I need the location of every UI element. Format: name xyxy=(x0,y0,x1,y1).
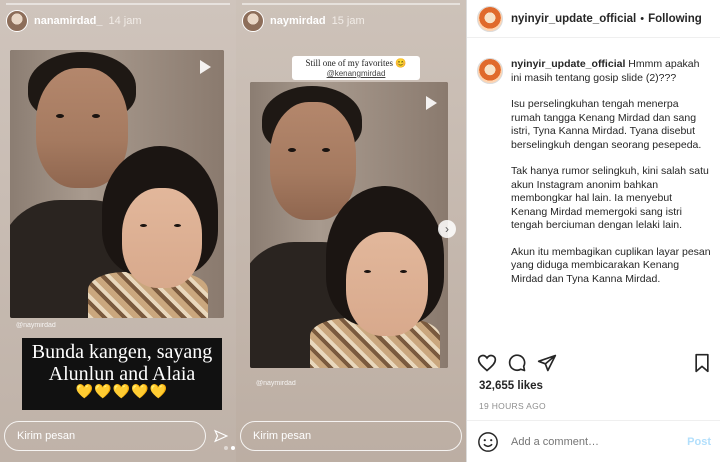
play-icon[interactable] xyxy=(200,60,211,74)
bookmark-icon[interactable] xyxy=(693,353,711,378)
post-media: nanamirdad_ 14 jam @naymirdad Bunda kang… xyxy=(0,0,466,462)
carousel-dot xyxy=(224,446,228,450)
story-username: nanamirdad_ xyxy=(34,15,103,27)
story-mention: @naymirdad xyxy=(256,380,296,387)
post-comment-button[interactable]: Post xyxy=(687,436,711,448)
story-reply-bar: Kirim pesan xyxy=(240,420,462,452)
caption-paragraph: Tak hanya rumor selingkuh, kini salah sa… xyxy=(511,165,709,231)
carousel-dots xyxy=(224,446,235,450)
post-timestamp: 19 HOURS AGO xyxy=(479,401,546,411)
play-icon[interactable] xyxy=(426,96,437,110)
send-icon[interactable] xyxy=(210,425,232,447)
avatar xyxy=(242,10,264,32)
heart-emojis: 💛💛💛💛💛 xyxy=(75,385,169,400)
emoji-icon[interactable] xyxy=(477,431,499,453)
story-header: naymirdad 15 jam xyxy=(242,8,460,34)
sticker-mention[interactable]: @kenangmirdad xyxy=(295,69,417,78)
caption-paragraph: Isu perselingkuhan tengah menerpa rumah … xyxy=(511,98,702,151)
avatar xyxy=(6,10,28,32)
send-icon[interactable] xyxy=(537,353,557,378)
story-time: 15 jam xyxy=(331,15,365,27)
reply-placeholder: Kirim pesan xyxy=(253,430,312,442)
story-screenshot-right: naymirdad 15 jam Still one of my favorit… xyxy=(236,0,466,462)
story-progress-bar xyxy=(6,3,230,5)
caption-username[interactable]: nyinyir_update_official xyxy=(511,58,625,70)
heart-icon[interactable] xyxy=(477,353,497,378)
story-reply-bar: Kirim pesan xyxy=(4,420,232,452)
story-mention: @naymirdad xyxy=(16,322,56,329)
story-time: 14 jam xyxy=(108,15,142,27)
post-caption: nyinyir_update_official Hmmm apakah ini … xyxy=(467,58,720,350)
caption-avatar[interactable] xyxy=(477,58,503,84)
post-actions xyxy=(477,353,711,378)
reply-input[interactable]: Kirim pesan xyxy=(4,421,206,451)
story-username: naymirdad xyxy=(270,15,326,27)
caption-paragraph: Akun itu membagikan cuplikan layar pesan… xyxy=(511,245,711,285)
like-count[interactable]: 32,655 likes xyxy=(479,380,543,392)
story-caption: Bunda kangen, sayang Alunlun and Alaia 💛… xyxy=(22,338,222,410)
story-photo xyxy=(10,50,224,318)
comment-input[interactable] xyxy=(511,435,688,448)
caption-line-2: Alunlun and Alaia xyxy=(48,363,196,385)
avatar[interactable] xyxy=(477,5,503,32)
following-button[interactable]: Following xyxy=(648,13,702,25)
separator: • xyxy=(640,12,645,25)
add-comment-bar: Post xyxy=(467,420,720,462)
post-header: nyinyir_update_official • Following xyxy=(467,0,720,38)
post-username[interactable]: nyinyir_update_official xyxy=(511,13,636,25)
story-header: nanamirdad_ 14 jam xyxy=(6,8,230,34)
sticker-title: Still one of my favorites 😊 xyxy=(305,58,407,68)
caption-line-1: Bunda kangen, sayang xyxy=(31,341,213,363)
comment-icon[interactable] xyxy=(507,353,527,378)
story-photo xyxy=(250,82,448,368)
post-panel: nyinyir_update_official • Following nyin… xyxy=(466,0,720,462)
story-sticker: Still one of my favorites 😊 @kenangmirda… xyxy=(292,56,420,80)
reply-placeholder: Kirim pesan xyxy=(17,430,76,442)
chevron-right-icon[interactable]: › xyxy=(438,220,456,238)
story-screenshot-left: nanamirdad_ 14 jam @naymirdad Bunda kang… xyxy=(0,0,236,462)
story-progress-bar xyxy=(242,3,460,5)
reply-input[interactable]: Kirim pesan xyxy=(240,421,462,451)
carousel-dot-active xyxy=(231,446,235,450)
